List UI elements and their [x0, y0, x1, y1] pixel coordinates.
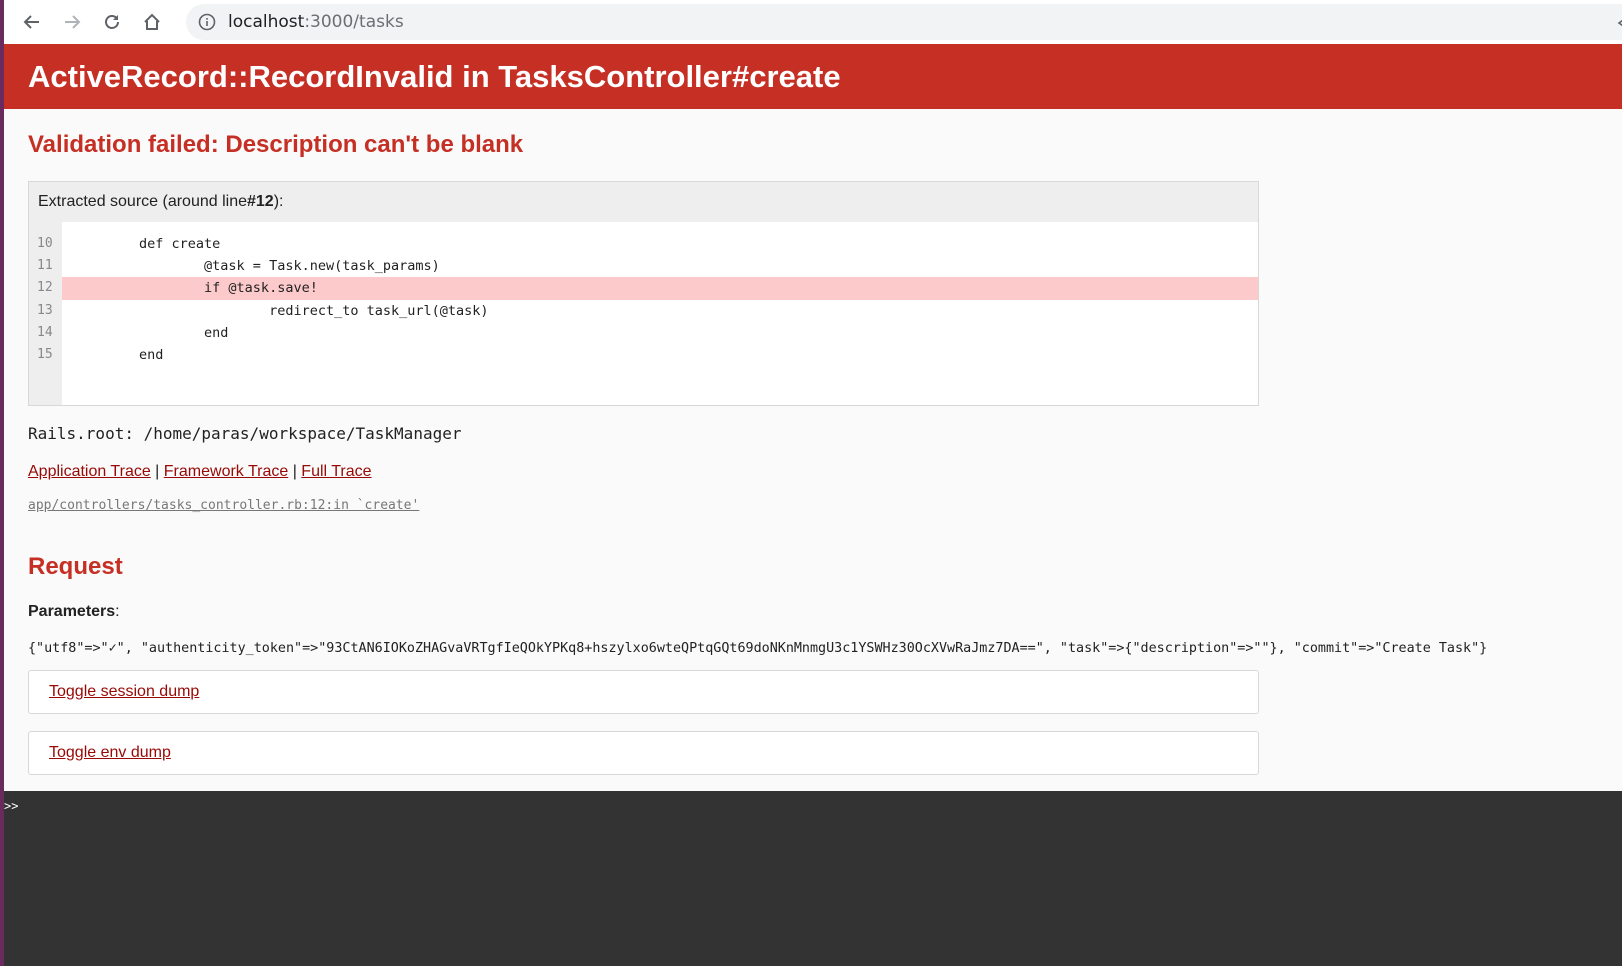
source-header-line: #12 [247, 193, 274, 210]
console-prompt: >> [4, 799, 19, 813]
web-console[interactable]: >> [4, 791, 1622, 966]
back-button[interactable] [16, 6, 48, 38]
parameters-label: Parameters: [28, 603, 1622, 621]
source-body: 10 11 12 13 14 15 def create @task = Tas… [29, 222, 1258, 405]
source-header-prefix: Extracted source (around line [38, 193, 247, 210]
line-number: 12 [37, 280, 53, 296]
env-dump-box: Toggle env dump [28, 731, 1259, 775]
toggle-session-dump-link[interactable]: Toggle session dump [49, 683, 199, 701]
source-header-suffix: ): [273, 193, 284, 210]
framework-trace-link[interactable]: Framework Trace [164, 463, 288, 480]
error-message: Validation failed: Description can't be … [28, 131, 524, 158]
parameters-value: {"utf8"=>"✓", "authenticity_token"=>"93C… [28, 641, 1488, 656]
toggle-env-dump-link[interactable]: Toggle env dump [49, 744, 171, 762]
line-number: 15 [37, 346, 53, 362]
home-icon [144, 13, 160, 30]
source-header: Extracted source (around line #12): [29, 182, 1258, 222]
browser-toolbar: localhost:3000/tasks [4, 0, 1622, 44]
url-host: localhost [228, 12, 305, 32]
request-title: Request [28, 553, 123, 580]
extracted-source: Extracted source (around line #12): 10 1… [28, 181, 1259, 406]
reload-icon [105, 15, 119, 29]
reload-button[interactable] [96, 6, 128, 38]
back-arrow-icon [23, 15, 39, 29]
error-title: ActiveRecord::RecordInvalid in TasksCont… [28, 58, 841, 94]
error-content: Validation failed: Description can't be … [4, 131, 1622, 775]
line-number: 11 [37, 258, 53, 274]
home-button[interactable] [136, 6, 168, 38]
rails-root: Rails.root: /home/paras/workspace/TaskMa… [28, 424, 462, 443]
error-header: ActiveRecord::RecordInvalid in TasksCont… [4, 44, 1622, 109]
session-dump-box: Toggle session dump [28, 670, 1259, 714]
url-path: :3000/tasks [304, 12, 404, 32]
application-trace-link[interactable]: Application Trace [28, 463, 151, 480]
full-trace-link[interactable]: Full Trace [301, 463, 371, 480]
code-line: end [74, 346, 164, 363]
forward-button[interactable] [56, 6, 88, 38]
source-code: def create @task = Task.new(task_params)… [62, 222, 1258, 405]
code-line: redirect_to task_url(@task) [74, 302, 489, 319]
code-line: def create [74, 236, 221, 252]
trace-separator: | [150, 463, 164, 480]
trace-separator: | [288, 463, 302, 480]
parameters-colon: : [115, 603, 120, 620]
address-bar[interactable]: localhost:3000/tasks [186, 4, 1622, 40]
code-line-highlighted: if @task.save! [62, 277, 1258, 300]
line-number: 10 [37, 236, 53, 251]
code-line: end [74, 324, 229, 341]
forward-arrow-icon [65, 15, 81, 29]
desktop-edge [0, 0, 4, 966]
url-text[interactable]: localhost:3000/tasks [228, 12, 404, 32]
line-number: 14 [37, 324, 53, 340]
line-numbers: 10 11 12 13 14 15 [29, 222, 62, 405]
trace-links: Application Trace | Framework Trace | Fu… [28, 463, 1622, 481]
line-number: 13 [37, 302, 53, 318]
error-page: ActiveRecord::RecordInvalid in TasksCont… [4, 44, 1622, 791]
bookmark-star-icon[interactable] [1616, 16, 1622, 28]
trace-line-link[interactable]: app/controllers/tasks_controller.rb:12:i… [28, 498, 1622, 513]
code-line: @task = Task.new(task_params) [74, 258, 440, 275]
parameters-label-text: Parameters [28, 603, 116, 620]
info-icon[interactable] [198, 13, 216, 31]
